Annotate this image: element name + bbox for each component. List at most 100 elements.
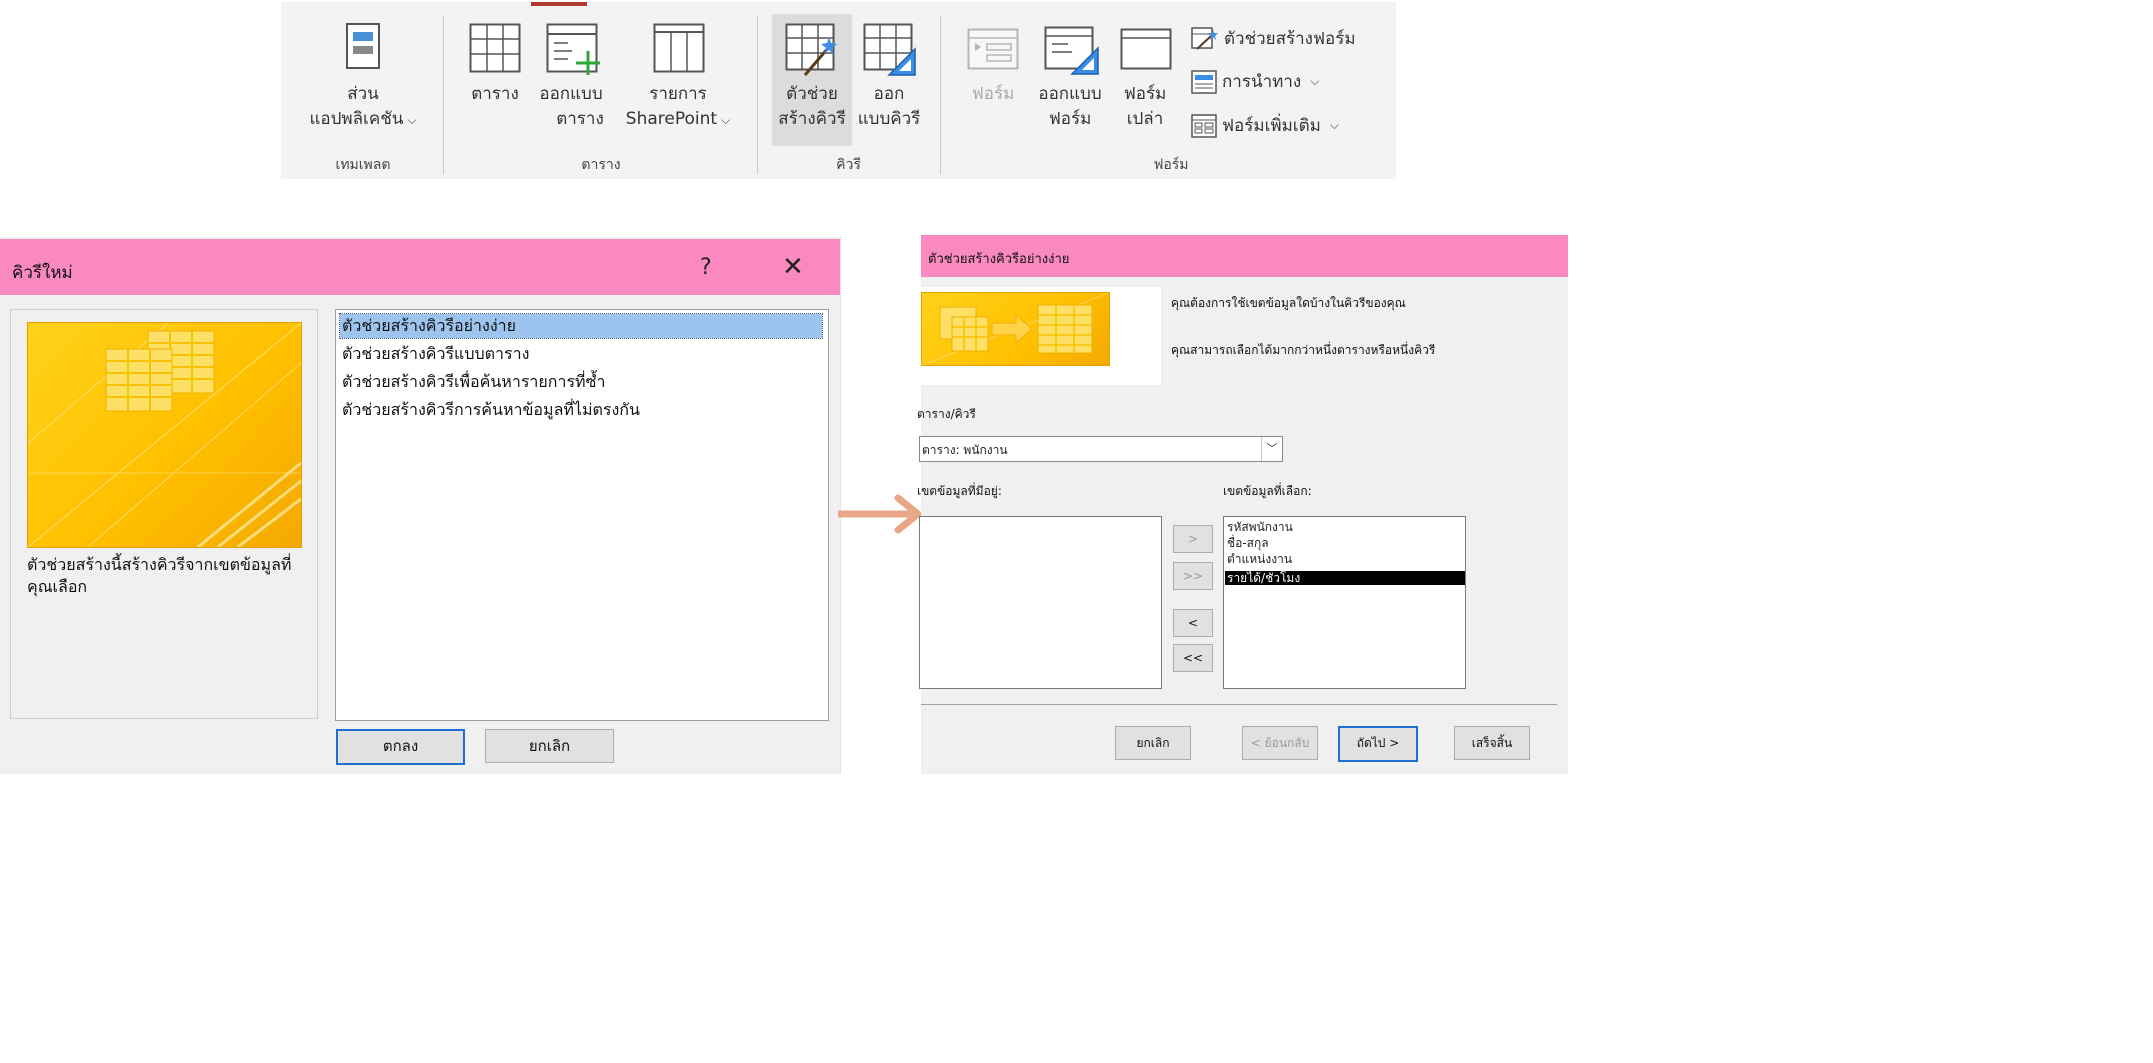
table-design-label-1: ออกแบบ xyxy=(539,84,603,104)
group-label-tables: ตาราง xyxy=(581,157,621,173)
wizard-art-image xyxy=(921,292,1110,366)
wizard-banner xyxy=(921,287,1161,385)
table-icon xyxy=(469,23,521,73)
dialog-title-bar: คิวรีใหม่ ? ✕ xyxy=(0,239,840,295)
list-item[interactable]: ตัวช่วยสร้างคิวรีการค้นหาข้อมูลที่ไม่ตรง… xyxy=(340,398,642,422)
more-forms-icon xyxy=(1191,113,1217,138)
form-wizard-icon xyxy=(1191,26,1218,50)
list-item[interactable]: ตัวช่วยสร้างคิวรีเพื่อค้นหารายการที่ซ้ำ xyxy=(340,370,607,394)
chevron-down-icon: ⌵ xyxy=(721,113,731,127)
selected-fields-label: เขตข้อมูลที่เลือก: xyxy=(1223,484,1312,498)
add-field-button[interactable]: > xyxy=(1173,525,1213,553)
form-wizard-label: ตัวช่วยสร้างฟอร์ม xyxy=(1224,29,1356,49)
available-fields-label: เขตข้อมูลที่มีอยู่: xyxy=(917,484,1002,498)
more-forms-label: ฟอร์มเพิ่มเติม xyxy=(1222,116,1321,136)
form-button[interactable]: ฟอร์ม xyxy=(961,10,1025,140)
list-item[interactable]: ตัวช่วยสร้างคิวรีอย่างง่าย xyxy=(339,313,823,339)
table-art-front xyxy=(105,348,173,412)
close-icon[interactable]: ✕ xyxy=(782,252,804,282)
wizard-hint: คุณสามารถเลือกได้มากกว่าหนึ่งตารางหรือหน… xyxy=(1171,343,1436,357)
query-wizard-label-2: สร้างคิวรี xyxy=(778,109,846,129)
remove-field-button[interactable]: < xyxy=(1173,609,1213,637)
list-item[interactable]: รายได้/ชั่วโมง xyxy=(1225,571,1465,585)
app-parts-label-1: ส่วน xyxy=(347,84,379,104)
group-divider xyxy=(757,16,758,174)
chevron-down-icon: ⌵ xyxy=(407,113,417,127)
cancel-button[interactable]: ยกเลิก xyxy=(485,729,614,763)
flow-arrow-icon xyxy=(838,494,922,534)
table-design-button[interactable]: ออกแบบ ตาราง xyxy=(529,10,613,140)
selected-fields-list[interactable]: รหัสพนักงาน ชื่อ-สกุล ตำแหน่งงาน รายได้/… xyxy=(1223,516,1466,689)
remove-all-fields-button[interactable]: << xyxy=(1173,644,1213,672)
table-design-icon xyxy=(546,23,600,75)
group-label-queries: คิวรี xyxy=(836,157,861,173)
app-parts-label-2: แอปพลิเคชัน xyxy=(309,109,404,129)
navigation-icon xyxy=(1191,69,1217,94)
wizard-preview-image xyxy=(27,322,302,548)
chevron-down-icon: ⌵ xyxy=(1310,74,1320,88)
sharepoint-list-icon xyxy=(653,23,705,73)
sharepoint-lists-button[interactable]: รายการ SharePoint ⌵ xyxy=(615,10,741,140)
group-divider xyxy=(443,16,444,174)
query-design-label-2: แบบคิวรี xyxy=(857,109,921,129)
form-design-icon xyxy=(1044,26,1099,75)
wizard-preview-panel: ตัวช่วยสร้างนี้สร้างคิวรีจากเขตข้อมูลที่… xyxy=(10,309,318,719)
divider xyxy=(921,704,1557,705)
blank-form-label-1: ฟอร์ม xyxy=(1123,84,1167,104)
table-query-value: ตาราง: พนักงาน xyxy=(922,443,1008,457)
group-label-templates: เทมเพลต xyxy=(335,157,391,173)
query-design-label-1: ออก xyxy=(873,84,905,104)
list-item[interactable]: ตำแหน่งงาน xyxy=(1227,552,1292,566)
cancel-button[interactable]: ยกเลิก xyxy=(1115,726,1191,760)
simple-query-wizard-dialog: ตัวช่วยสร้างคิวรีอย่างง่าย คุณต้องการใช้… xyxy=(917,235,1568,774)
form-label: ฟอร์ม xyxy=(971,84,1015,104)
app-parts-icon xyxy=(346,23,380,69)
blank-form-label-2: เปล่า xyxy=(1126,109,1164,129)
query-design-button[interactable]: ออก แบบคิวรี xyxy=(853,10,925,140)
list-item[interactable]: ชื่อ-สกุล xyxy=(1227,536,1269,550)
next-button[interactable]: ถัดไป > xyxy=(1338,726,1418,762)
blank-form-icon xyxy=(1120,28,1172,70)
chevron-down-icon: ⌵ xyxy=(1329,118,1339,132)
list-item[interactable]: รหัสพนักงาน xyxy=(1227,520,1293,534)
form-icon xyxy=(967,28,1019,70)
help-icon[interactable]: ? xyxy=(700,255,712,280)
wizard-type-list[interactable]: ตัวช่วยสร้างคิวรีอย่างง่าย ตัวช่วยสร้างค… xyxy=(335,309,829,721)
query-wizard-label-1: ตัวช่วย xyxy=(786,84,838,104)
wizard-description: ตัวช่วยสร้างนี้สร้างคิวรีจากเขตข้อมูลที่… xyxy=(27,555,292,596)
list-item[interactable]: ตัวช่วยสร้างคิวรีแบบตาราง xyxy=(340,342,531,366)
wizard-question: คุณต้องการใช้เขตข้อมูลใดบ้างในคิวรีของคุ… xyxy=(1171,296,1406,310)
navigation-button[interactable]: การนำทาง ⌵ xyxy=(1191,68,1319,95)
query-wizard-icon xyxy=(785,23,837,76)
form-design-label-2: ฟอร์ม xyxy=(1048,109,1092,129)
new-query-dialog: คิวรีใหม่ ? ✕ ตัวช่วยสร้างนี้สร้างคิวรีจ… xyxy=(0,237,841,774)
group-divider xyxy=(940,16,941,174)
tab-indicator xyxy=(531,2,587,6)
sharepoint-label-1: รายการ xyxy=(649,84,707,104)
back-button[interactable]: < ย้อนกลับ xyxy=(1242,726,1318,760)
blank-form-button[interactable]: ฟอร์ม เปล่า xyxy=(1115,10,1175,140)
finish-button[interactable]: เสร็จสิ้น xyxy=(1454,726,1530,760)
table-query-select[interactable]: ตาราง: พนักงาน ﹀ xyxy=(919,436,1283,462)
table-query-label: ตาราง/คิวรี xyxy=(917,407,976,421)
wizard-title: ตัวช่วยสร้างคิวรีอย่างง่าย xyxy=(928,252,1070,267)
query-wizard-button[interactable]: ตัวช่วย สร้างคิวรี xyxy=(772,14,852,146)
form-design-button[interactable]: ออกแบบ ฟอร์ม xyxy=(1029,10,1111,140)
available-fields-list[interactable] xyxy=(919,516,1162,689)
group-label-forms: ฟอร์ม xyxy=(1153,157,1189,173)
form-design-label-1: ออกแบบ xyxy=(1038,84,1102,104)
more-forms-button[interactable]: ฟอร์มเพิ่มเติม ⌵ xyxy=(1191,112,1339,139)
wizard-title-bar: ตัวช่วยสร้างคิวรีอย่างง่าย xyxy=(921,235,1568,277)
table-label: ตาราง xyxy=(471,84,519,104)
dialog-title: คิวรีใหม่ xyxy=(12,263,73,283)
table-button[interactable]: ตาราง xyxy=(461,10,529,140)
sharepoint-label-2: SharePoint xyxy=(625,109,718,129)
query-design-icon xyxy=(863,23,916,76)
table-design-label-2: ตาราง xyxy=(556,109,604,129)
chevron-down-icon[interactable]: ﹀ xyxy=(1261,437,1282,461)
form-wizard-button[interactable]: ตัวช่วยสร้างฟอร์ม xyxy=(1191,25,1356,52)
add-all-fields-button[interactable]: >> xyxy=(1173,562,1213,590)
ok-button[interactable]: ตกลง xyxy=(336,729,465,765)
navigation-label: การนำทาง xyxy=(1222,72,1302,92)
app-parts-button[interactable]: ส่วน แอปพลิเคชัน ⌵ xyxy=(283,10,443,140)
